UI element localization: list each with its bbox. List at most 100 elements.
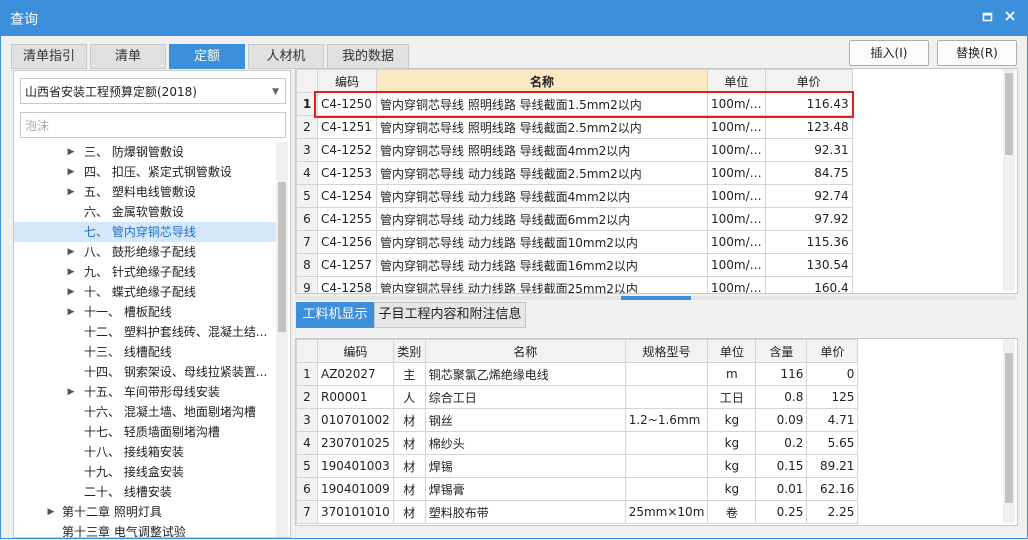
cell-name[interactable]: 管内穿铜芯导线 动力线路 导线截面25mm2以内 xyxy=(376,276,708,293)
cell-unit[interactable]: 100m/… xyxy=(707,115,766,139)
tree-node[interactable]: 十三、 线槽配线 xyxy=(14,342,276,362)
expand-icon[interactable]: ▶ xyxy=(66,182,76,202)
cell-name[interactable]: 管内穿铜芯导线 动力线路 导线截面4mm2以内 xyxy=(376,184,708,208)
cell-spec[interactable] xyxy=(624,362,709,386)
material-scrollbar[interactable] xyxy=(1003,339,1015,523)
table-row[interactable]: 9 C4-1258 管内穿铜芯导线 动力线路 导线截面25mm2以内 100m/… 16… xyxy=(296,276,853,293)
cell-code[interactable]: 190401009 xyxy=(317,477,394,501)
cell-code[interactable]: 190401003 xyxy=(317,454,394,478)
table-row[interactable]: 6 C4-1255 管内穿铜芯导线 动力线路 导线截面6mm2以内 100m/… 97.… xyxy=(296,207,853,231)
quota-library-select[interactable]: 山西省安装工程预算定额(2018) ▼ xyxy=(20,78,286,104)
pane-splitter[interactable] xyxy=(295,296,1017,300)
tree-node[interactable]: 十七、 轻质墙面剔堵沟槽 xyxy=(14,422,276,442)
cell-unit[interactable]: 工日 xyxy=(707,385,757,409)
cell-unit[interactable]: 100m/… xyxy=(707,253,766,277)
cell-price[interactable]: 84.75 xyxy=(764,161,853,185)
table-row[interactable]: 6 190401009 材焊锡膏 kg 0.01 62.16 xyxy=(296,477,859,501)
tree-node[interactable]: 六、 金属软管敷设 xyxy=(14,202,276,222)
cell-price[interactable]: 123.48 xyxy=(764,115,853,139)
cell-unit[interactable]: kg xyxy=(707,408,757,432)
cell-code[interactable]: 370101010 xyxy=(317,500,394,524)
cell-spec[interactable] xyxy=(624,477,709,501)
cell-category[interactable]: 材 xyxy=(392,408,426,432)
splitter-grip[interactable] xyxy=(621,296,691,300)
table-row[interactable]: 8 C4-1257 管内穿铜芯导线 动力线路 导线截面16mm2以内 100m/… 13… xyxy=(296,253,853,277)
tree-node[interactable]: 十四、 钢索架设、母线拉紧装置... xyxy=(14,362,276,382)
tree-node[interactable]: ▶ 四、 扣压、紧定式钢管敷设 xyxy=(14,162,276,182)
tree-node[interactable]: 十八、 接线箱安装 xyxy=(14,442,276,462)
cell-price[interactable]: 116.43 xyxy=(764,92,853,116)
column-header-code[interactable]: 编码 xyxy=(317,339,394,363)
tree-node[interactable]: 十六、 混凝土墙、地面剔堵沟槽 xyxy=(14,402,276,422)
tab-bill-guide[interactable]: 清单指引 xyxy=(11,44,87,69)
restore-icon[interactable] xyxy=(978,8,998,28)
column-header-price[interactable]: 单价 xyxy=(806,339,859,363)
tab-bill[interactable]: 清单 xyxy=(90,44,166,69)
cell-spec[interactable] xyxy=(624,385,709,409)
cell-name[interactable]: 管内穿铜芯导线 照明线路 导线截面4mm2以内 xyxy=(376,138,708,162)
table-row[interactable]: 7 370101010 材塑料胶布带 25mm×10m 卷 0.25 2.25 xyxy=(296,500,859,524)
cell-unit[interactable]: 卷 xyxy=(707,500,757,524)
cell-code[interactable]: C4-1251 xyxy=(317,115,377,139)
cell-unit[interactable]: 100m/… xyxy=(707,138,766,162)
table-row[interactable]: 5 C4-1254 管内穿铜芯导线 动力线路 导线截面4mm2以内 100m/… 92.… xyxy=(296,184,853,208)
cell-code[interactable]: C4-1257 xyxy=(317,253,377,277)
cell-category[interactable]: 材 xyxy=(392,477,426,501)
cell-unit[interactable]: 100m/… xyxy=(707,92,766,116)
cell-unit[interactable]: 100m/… xyxy=(707,207,766,231)
cell-qty[interactable]: 116 xyxy=(755,362,808,386)
tree-node[interactable]: ▶ 八、 鼓形绝缘子配线 xyxy=(14,242,276,262)
column-header-unit[interactable]: 单位 xyxy=(707,339,757,363)
tab-labor-material[interactable]: 人材机 xyxy=(248,44,324,69)
cell-price[interactable]: 2.25 xyxy=(806,500,859,524)
cell-price[interactable]: 92.74 xyxy=(764,184,853,208)
cell-name[interactable]: 综合工日 xyxy=(424,385,626,409)
cell-spec[interactable]: 25mm×10m xyxy=(624,500,709,524)
cell-code[interactable]: C4-1250 xyxy=(317,92,377,116)
cell-code[interactable]: C4-1255 xyxy=(317,207,377,231)
tree-node[interactable]: ▶ 三、 防爆钢管敷设 xyxy=(14,142,276,162)
expand-icon[interactable]: ▶ xyxy=(66,162,76,182)
cell-spec[interactable]: 1.2~1.6mm xyxy=(624,408,709,432)
cell-price[interactable]: 89.21 xyxy=(806,454,859,478)
close-icon[interactable] xyxy=(1000,8,1020,28)
cell-name[interactable]: 焊锡膏 xyxy=(424,477,626,501)
tree-node[interactable]: 十九、 接线盒安装 xyxy=(14,462,276,482)
cell-unit[interactable]: kg xyxy=(707,477,757,501)
column-header-qty[interactable]: 含量 xyxy=(755,339,808,363)
cell-price[interactable]: 115.36 xyxy=(764,230,853,254)
insert-button[interactable]: 插入(I) xyxy=(849,40,929,66)
cell-code[interactable]: 230701025 xyxy=(317,431,394,455)
cell-qty[interactable]: 0.15 xyxy=(755,454,808,478)
expand-icon[interactable]: ▶ xyxy=(66,282,76,302)
tab-work-content-notes[interactable]: 子目工程内容和附注信息 xyxy=(374,302,526,328)
table-row[interactable]: 3 C4-1252 管内穿铜芯导线 照明线路 导线截面4mm2以内 100m/… 92.… xyxy=(296,138,853,162)
cell-price[interactable]: 160.4 xyxy=(764,276,853,293)
table-row[interactable]: 5 190401003 材焊锡 kg 0.15 89.21 xyxy=(296,454,859,478)
cell-code[interactable]: AZ02027 xyxy=(317,362,394,386)
cell-category[interactable]: 材 xyxy=(392,431,426,455)
column-header-category[interactable]: 类别 xyxy=(392,339,426,363)
tree-node[interactable]: ▶ 第十二章 照明灯具 xyxy=(14,502,276,522)
quota-scrollbar-thumb[interactable] xyxy=(1005,73,1013,155)
cell-category[interactable]: 人 xyxy=(392,385,426,409)
expand-icon[interactable]: ▶ xyxy=(66,382,76,402)
table-row[interactable]: 3 010701002 材钢丝 1.2~1.6mm kg 0.09 4.71 xyxy=(296,408,859,432)
cell-qty[interactable]: 0.01 xyxy=(755,477,808,501)
tree-scrollbar[interactable] xyxy=(276,142,288,537)
quota-scrollbar[interactable] xyxy=(1003,69,1015,291)
cell-price[interactable]: 62.16 xyxy=(806,477,859,501)
cell-name[interactable]: 管内穿铜芯导线 动力线路 导线截面6mm2以内 xyxy=(376,207,708,231)
cell-price[interactable]: 92.31 xyxy=(764,138,853,162)
cell-price[interactable]: 125 xyxy=(806,385,859,409)
cell-name[interactable]: 钢丝 xyxy=(424,408,626,432)
tree-node[interactable]: 第十三章 电气调整试验 xyxy=(14,522,276,537)
table-row[interactable]: 7 C4-1256 管内穿铜芯导线 动力线路 导线截面10mm2以内 100m/… 11… xyxy=(296,230,853,254)
cell-name[interactable]: 铜芯聚氯乙烯绝缘电线 xyxy=(424,362,626,386)
cell-name[interactable]: 管内穿铜芯导线 照明线路 导线截面2.5mm2以内 xyxy=(376,115,708,139)
cell-unit[interactable]: 100m/… xyxy=(707,230,766,254)
cell-code[interactable]: C4-1258 xyxy=(317,276,377,293)
cell-code[interactable]: C4-1253 xyxy=(317,161,377,185)
table-row[interactable]: 1 C4-1250 管内穿铜芯导线 照明线路 导线截面1.5mm2以内 100m/… 1… xyxy=(296,92,853,116)
tree-node[interactable]: ▶ 十一、 槽板配线 xyxy=(14,302,276,322)
